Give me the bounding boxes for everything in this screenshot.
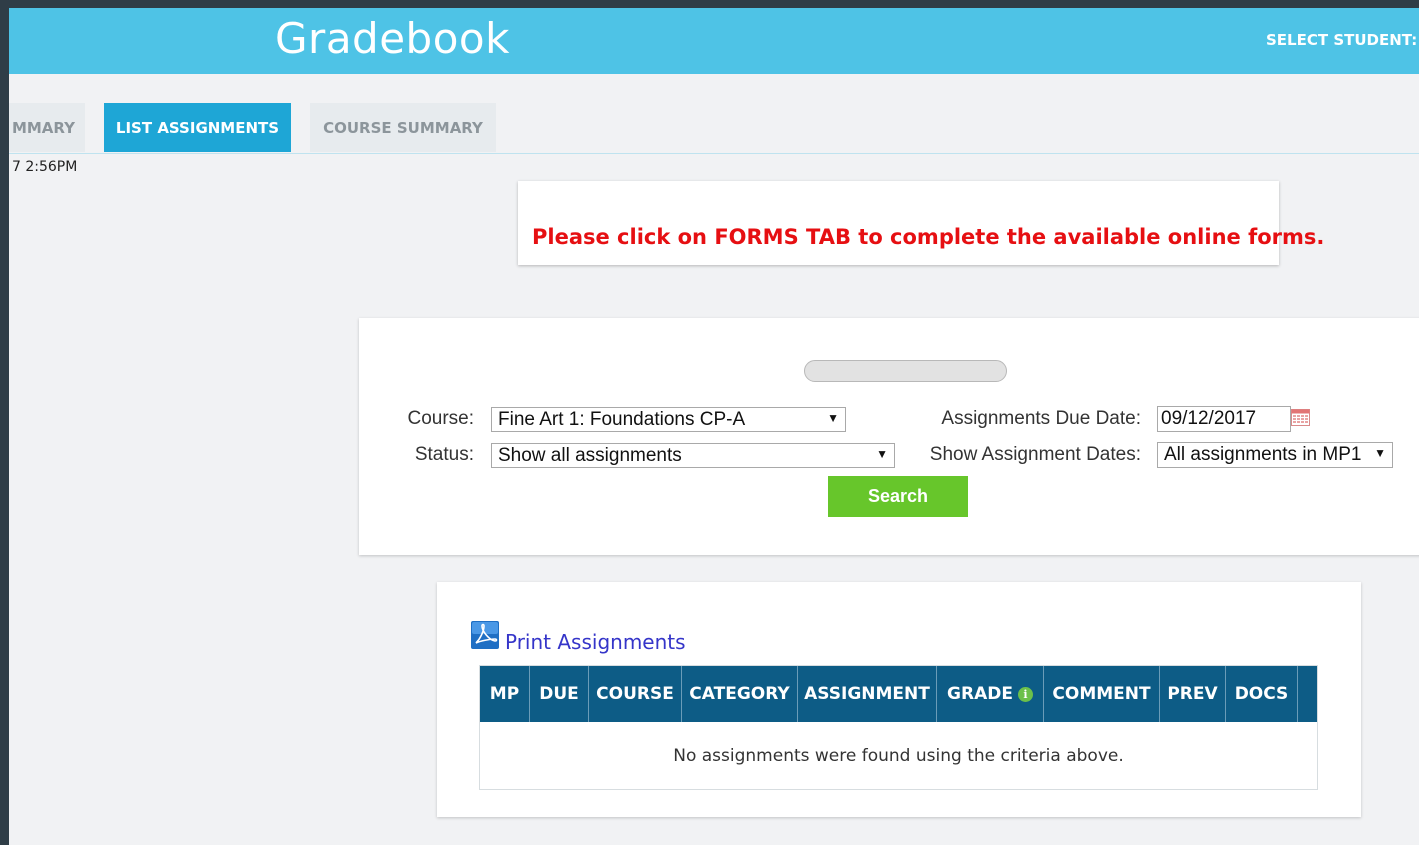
forms-notice-box: Please click on FORMS TAB to complete th… xyxy=(518,181,1324,265)
col-comment[interactable]: COMMENT xyxy=(1044,666,1160,722)
last-updated-timestamp: 7 2:56PM xyxy=(12,159,78,175)
status-select[interactable]: Show all assignments ▼ xyxy=(491,443,895,468)
show-dates-select-value: All assignments in MP1 xyxy=(1164,444,1362,465)
dropdown-arrow-icon: ▼ xyxy=(1374,446,1386,460)
table-header: MP DUE COURSE CATEGORY ASSIGNMENT GRADE … xyxy=(480,666,1317,722)
page-title: Gradebook xyxy=(275,14,510,63)
dropdown-arrow-icon: ▼ xyxy=(876,447,888,461)
tab-list-assignments[interactable]: LIST ASSIGNMENTS xyxy=(104,103,291,152)
col-course[interactable]: COURSE xyxy=(589,666,682,722)
due-date-input[interactable]: 09/12/2017 xyxy=(1157,406,1291,432)
course-select[interactable]: Fine Art 1: Foundations CP-A ▼ xyxy=(491,407,846,432)
course-label: Course: xyxy=(407,408,474,429)
info-icon[interactable]: i xyxy=(1017,686,1033,702)
assignments-table: MP DUE COURSE CATEGORY ASSIGNMENT GRADE … xyxy=(479,665,1318,790)
show-dates-label: Show Assignment Dates: xyxy=(929,444,1141,465)
gradebook-page: Gradebook SELECT STUDENT: MMARY LIST ASS… xyxy=(9,8,1419,845)
print-assignments-link[interactable]: Print Assignments xyxy=(505,630,686,654)
col-mp[interactable]: MP xyxy=(480,666,530,722)
tab-course-summary[interactable]: COURSE SUMMARY xyxy=(310,103,496,152)
pdf-icon[interactable] xyxy=(471,621,499,649)
col-grade[interactable]: GRADE i xyxy=(937,666,1044,722)
col-grade-label: GRADE xyxy=(947,684,1013,704)
student-name-redacted xyxy=(804,360,1007,382)
filter-panel: Course: Fine Art 1: Foundations CP-A ▼ S… xyxy=(359,318,1419,555)
app-header: Gradebook SELECT STUDENT: xyxy=(9,8,1419,74)
status-select-value: Show all assignments xyxy=(498,444,682,466)
tabs-divider xyxy=(9,153,1419,154)
results-panel: Print Assignments MP DUE COURSE CATEGORY… xyxy=(437,582,1361,817)
empty-results-message: No assignments were found using the crit… xyxy=(673,746,1124,766)
search-button[interactable]: Search xyxy=(828,476,968,517)
show-dates-select[interactable]: All assignments in MP1 ▼ xyxy=(1157,442,1393,468)
forms-notice-text: Please click on FORMS TAB to complete th… xyxy=(532,225,1325,249)
col-docs[interactable]: DOCS xyxy=(1226,666,1298,722)
col-category[interactable]: CATEGORY xyxy=(682,666,798,722)
col-due[interactable]: DUE xyxy=(530,666,589,722)
dropdown-arrow-icon: ▼ xyxy=(827,411,839,425)
course-select-value: Fine Art 1: Foundations CP-A xyxy=(498,408,746,430)
select-student-label[interactable]: SELECT STUDENT: xyxy=(1266,31,1417,49)
tab-summary[interactable]: MMARY xyxy=(9,103,85,152)
col-prev[interactable]: PREV xyxy=(1160,666,1226,722)
status-label: Status: xyxy=(414,444,474,465)
col-assignment[interactable]: ASSIGNMENT xyxy=(798,666,937,722)
due-date-label: Assignments Due Date: xyxy=(941,408,1141,429)
calendar-icon[interactable] xyxy=(1291,409,1310,426)
